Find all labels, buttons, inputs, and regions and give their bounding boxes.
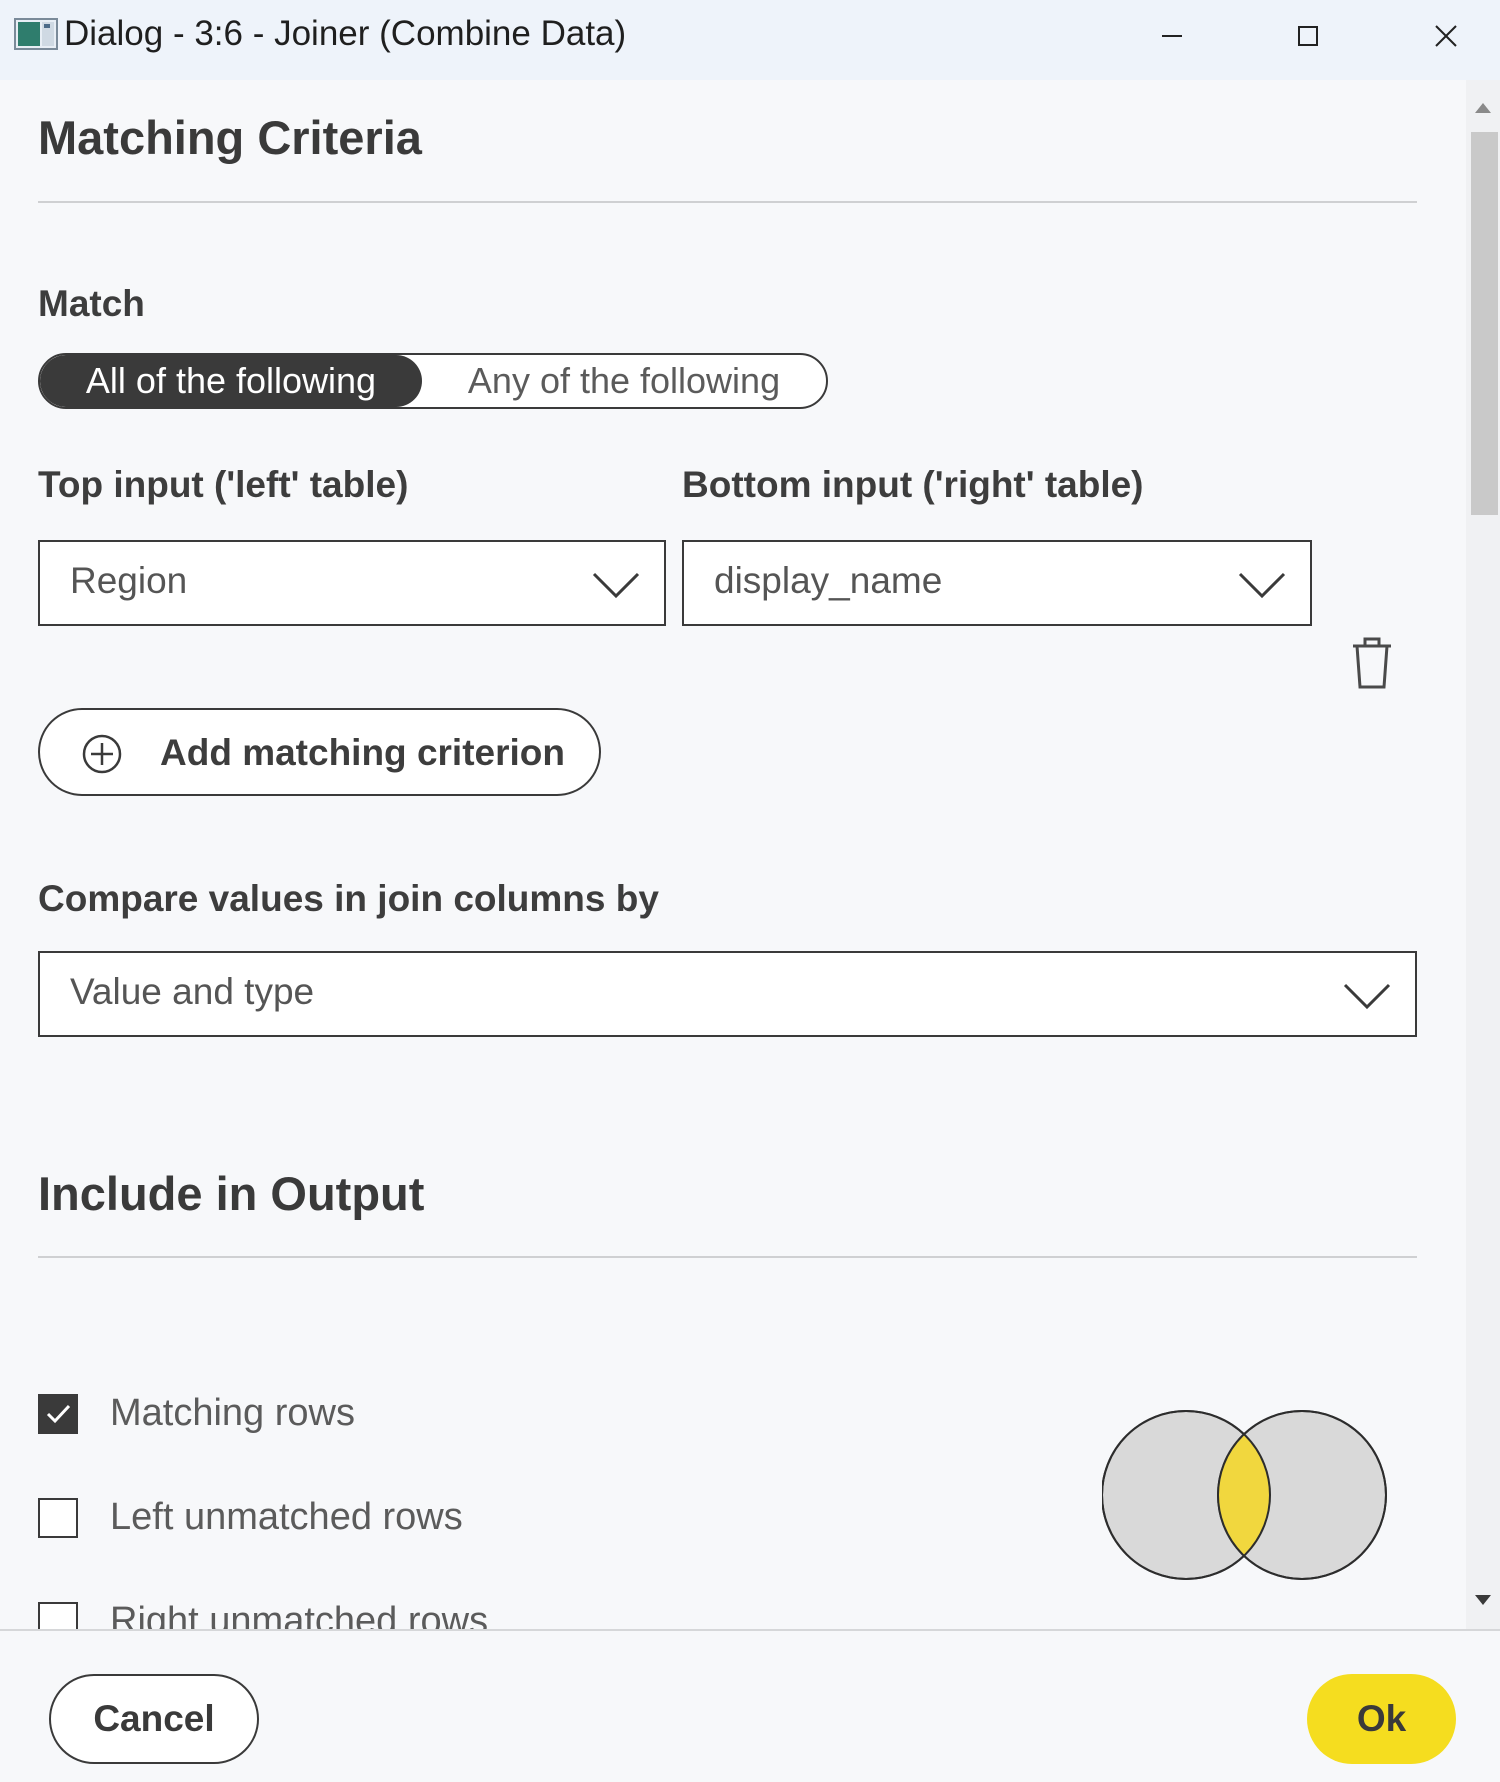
cancel-button[interactable]: Cancel	[49, 1674, 259, 1764]
dialog-content[interactable]: Matching Criteria Match All of the follo…	[0, 80, 1466, 1629]
match-label: Match	[38, 283, 145, 324]
matching-criteria-title: Matching Criteria	[38, 111, 422, 164]
dialog-footer: Cancel Ok	[0, 1629, 1500, 1782]
right-unmatched-checkbox[interactable]	[38, 1602, 78, 1629]
window-title: Dialog - 3:6 - Joiner (Combine Data)	[64, 14, 627, 53]
right-unmatched-label: Right unmatched rows	[110, 1600, 489, 1629]
trash-icon[interactable]	[1349, 636, 1395, 690]
close-button[interactable]	[1406, 6, 1486, 66]
right-column-value: display_name	[714, 560, 943, 601]
left-unmatched-label: Left unmatched rows	[110, 1496, 463, 1538]
ok-button[interactable]: Ok	[1307, 1674, 1456, 1764]
scroll-thumb[interactable]	[1471, 132, 1498, 515]
checkmark-icon	[46, 1404, 71, 1424]
compare-mode-value: Value and type	[70, 971, 315, 1012]
compare-mode-select[interactable]: Value and type	[38, 951, 1417, 1037]
vertical-scrollbar[interactable]	[1466, 80, 1500, 1629]
app-icon	[14, 18, 58, 50]
close-icon	[1435, 25, 1457, 47]
add-matching-criterion-label: Add matching criterion	[160, 732, 565, 773]
minimize-button[interactable]	[1132, 6, 1212, 66]
left-unmatched-checkbox[interactable]	[38, 1498, 78, 1538]
match-mode-toggle[interactable]: All of the following Any of the followin…	[38, 353, 828, 409]
maximize-icon	[1298, 26, 1318, 46]
section-divider	[38, 1256, 1417, 1258]
section-divider	[38, 201, 1417, 203]
right-table-label: Bottom input ('right' table)	[682, 464, 1144, 505]
matching-rows-label: Matching rows	[110, 1392, 355, 1434]
join-venn-diagram	[1102, 1410, 1387, 1580]
chevron-down-icon	[1238, 572, 1286, 599]
add-matching-criterion-button[interactable]: Add matching criterion	[38, 708, 601, 796]
minimize-icon	[1162, 35, 1182, 37]
matching-rows-checkbox[interactable]	[38, 1394, 78, 1434]
include-output-title: Include in Output	[38, 1167, 425, 1220]
scroll-up-button[interactable]	[1472, 98, 1494, 118]
chevron-down-icon	[1343, 983, 1391, 1010]
title-bar: Dialog - 3:6 - Joiner (Combine Data)	[0, 0, 1500, 80]
chevron-down-icon	[592, 572, 640, 599]
right-column-select[interactable]: display_name	[682, 540, 1312, 626]
match-all-option[interactable]: All of the following	[40, 355, 422, 407]
left-column-select[interactable]: Region	[38, 540, 666, 626]
maximize-button[interactable]	[1268, 6, 1348, 66]
compare-values-label: Compare values in join columns by	[38, 878, 659, 919]
arrow-down-icon	[1475, 1595, 1491, 1605]
plus-circle-icon	[82, 734, 122, 774]
left-column-value: Region	[70, 560, 188, 601]
match-any-option[interactable]: Any of the following	[422, 355, 826, 407]
left-table-label: Top input ('left' table)	[38, 464, 409, 505]
arrow-up-icon	[1475, 103, 1491, 113]
scroll-down-button[interactable]	[1472, 1590, 1494, 1610]
